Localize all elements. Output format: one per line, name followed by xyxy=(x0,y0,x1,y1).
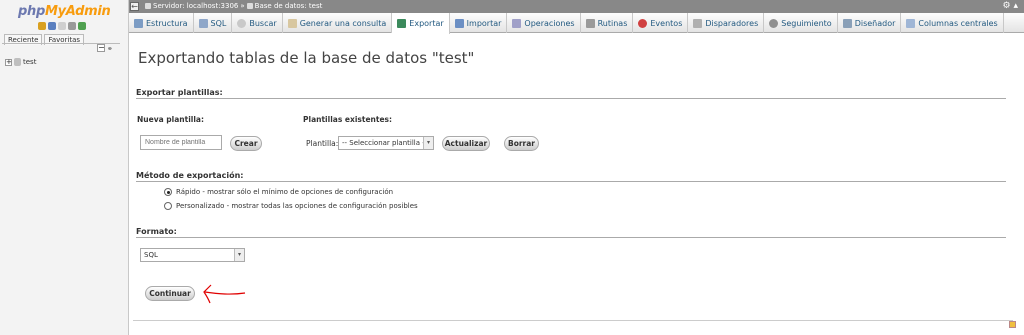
export-icon xyxy=(397,19,407,28)
breadcrumb-server[interactable]: Servidor: localhost:3306 xyxy=(153,2,238,10)
tab-events[interactable]: Eventos xyxy=(633,13,689,33)
breadcrumb-database[interactable]: Base de datos: test xyxy=(255,2,323,10)
format-select[interactable]: SQL ▾ xyxy=(140,248,245,262)
divider xyxy=(136,237,1006,238)
breadcrumb-separator: » xyxy=(240,2,245,10)
home-icon[interactable] xyxy=(38,22,46,30)
red-arrow-annotation xyxy=(203,284,246,304)
toggle-nav-icon[interactable]: ← xyxy=(130,2,139,11)
tab-query[interactable]: Generar una consulta xyxy=(283,13,393,33)
tab-label: Estructura xyxy=(146,18,188,28)
search-icon xyxy=(237,18,247,28)
main-content: Exportando tablas de la base de datos "t… xyxy=(133,34,1019,335)
collapse-all-icon[interactable]: − xyxy=(97,44,105,52)
divider xyxy=(136,181,1006,182)
format-select-value: SQL xyxy=(144,251,158,259)
tab-tracking[interactable]: Seguimiento xyxy=(764,13,838,33)
database-icon xyxy=(246,3,253,9)
tab-search[interactable]: Buscar xyxy=(232,13,283,33)
radio-button[interactable] xyxy=(164,202,172,210)
designer-icon xyxy=(842,18,852,28)
tab-triggers[interactable]: Disparadores xyxy=(688,13,765,33)
tab-bar: Estructura SQL Buscar Generar una consul… xyxy=(129,13,1024,34)
template-select-value: -- Seleccionar plantilla -- xyxy=(342,139,428,147)
tab-structure[interactable]: Estructura xyxy=(129,13,194,33)
settings-icon[interactable] xyxy=(68,22,76,30)
database-tree-item[interactable]: + test xyxy=(5,58,36,66)
breadcrumb-bar: ← Servidor: localhost:3306 » Base de dat… xyxy=(129,0,1024,13)
create-button[interactable]: Crear xyxy=(230,136,262,151)
tab-label: Disparadores xyxy=(705,18,759,28)
new-template-label: Nueva plantilla: xyxy=(137,115,204,124)
tab-sql[interactable]: SQL xyxy=(194,13,233,33)
divider xyxy=(136,98,1006,99)
phpmyadmin-logo[interactable]: phpMyAdmin xyxy=(18,4,111,19)
existing-templates-label: Plantillas existentes: xyxy=(303,115,393,124)
database-icon xyxy=(14,58,21,66)
reload-icon[interactable] xyxy=(78,22,86,30)
central-columns-icon xyxy=(906,18,916,28)
operations-icon xyxy=(512,18,522,28)
tab-label: Generar una consulta xyxy=(299,18,387,28)
routines-icon xyxy=(585,18,595,28)
import-icon xyxy=(454,18,464,28)
nav-icon-bar xyxy=(38,22,86,30)
navigation-panel: phpMyAdmin Reciente Favoritas − ⚭ + test xyxy=(0,0,129,335)
radio-button[interactable] xyxy=(164,188,172,196)
sql-icon xyxy=(198,18,208,28)
tab-import[interactable]: Importar xyxy=(450,13,508,33)
tab-label: Buscar xyxy=(249,18,277,28)
templates-heading: Exportar plantillas: xyxy=(136,88,223,97)
structure-icon xyxy=(134,18,143,28)
divider xyxy=(133,320,1013,321)
format-heading: Formato: xyxy=(136,227,177,236)
gear-icon[interactable]: ⚙ ▴ xyxy=(1003,1,1018,11)
update-button[interactable]: Actualizar xyxy=(442,136,490,151)
export-method-heading: Método de exportación: xyxy=(136,171,244,180)
delete-button[interactable]: Borrar xyxy=(504,136,539,151)
page-title: Exportando tablas de la base de datos "t… xyxy=(138,49,475,67)
tab-label: Seguimiento xyxy=(781,18,832,28)
tab-label: Importar xyxy=(466,18,502,28)
tab-label: Columnas centrales xyxy=(918,18,998,28)
template-label: Plantilla: xyxy=(306,139,339,148)
tab-routines[interactable]: Rutinas xyxy=(581,13,634,33)
chevron-down-icon: ▾ xyxy=(234,249,244,261)
triggers-icon xyxy=(693,18,703,28)
tab-designer[interactable]: Diseñador xyxy=(838,13,902,33)
expand-icon[interactable]: + xyxy=(5,58,12,66)
docs-icon[interactable] xyxy=(58,22,66,30)
custom-method-option[interactable]: Personalizado - mostrar todas las opcion… xyxy=(164,202,418,210)
tab-export[interactable]: Exportar xyxy=(392,13,450,34)
logo-myadmin: MyAdmin xyxy=(44,4,111,19)
quick-method-label[interactable]: Rápido - mostrar sólo el mínimo de opcio… xyxy=(176,188,393,196)
database-name[interactable]: test xyxy=(23,58,36,66)
custom-method-label[interactable]: Personalizado - mostrar todas las opcion… xyxy=(176,202,418,210)
events-icon xyxy=(638,18,648,28)
template-select[interactable]: -- Seleccionar plantilla -- ▾ xyxy=(338,136,434,150)
tab-label: Exportar xyxy=(409,19,444,28)
continue-button[interactable]: Continuar xyxy=(145,286,195,301)
tab-central-columns[interactable]: Columnas centrales xyxy=(901,13,1004,33)
logout-icon[interactable] xyxy=(48,22,56,30)
template-name-input[interactable] xyxy=(140,135,222,150)
link-icon[interactable]: ⚭ xyxy=(107,45,113,53)
tab-label: Rutinas xyxy=(597,18,628,28)
tab-label: Diseñador xyxy=(854,18,896,28)
query-icon xyxy=(287,18,297,28)
quick-method-option[interactable]: Rápido - mostrar sólo el mínimo de opcio… xyxy=(164,188,393,196)
server-icon xyxy=(145,3,151,9)
tab-operations[interactable]: Operaciones xyxy=(507,13,581,33)
tab-label: SQL xyxy=(210,18,227,28)
breadcrumb: Servidor: localhost:3306 » Base de datos… xyxy=(145,2,322,10)
tab-label: Operaciones xyxy=(524,18,575,28)
tracking-icon xyxy=(769,18,779,28)
console-icon[interactable] xyxy=(1009,321,1016,328)
logo-php: php xyxy=(18,4,45,19)
chevron-down-icon: ▾ xyxy=(423,137,433,149)
tab-label: Eventos xyxy=(650,18,683,28)
